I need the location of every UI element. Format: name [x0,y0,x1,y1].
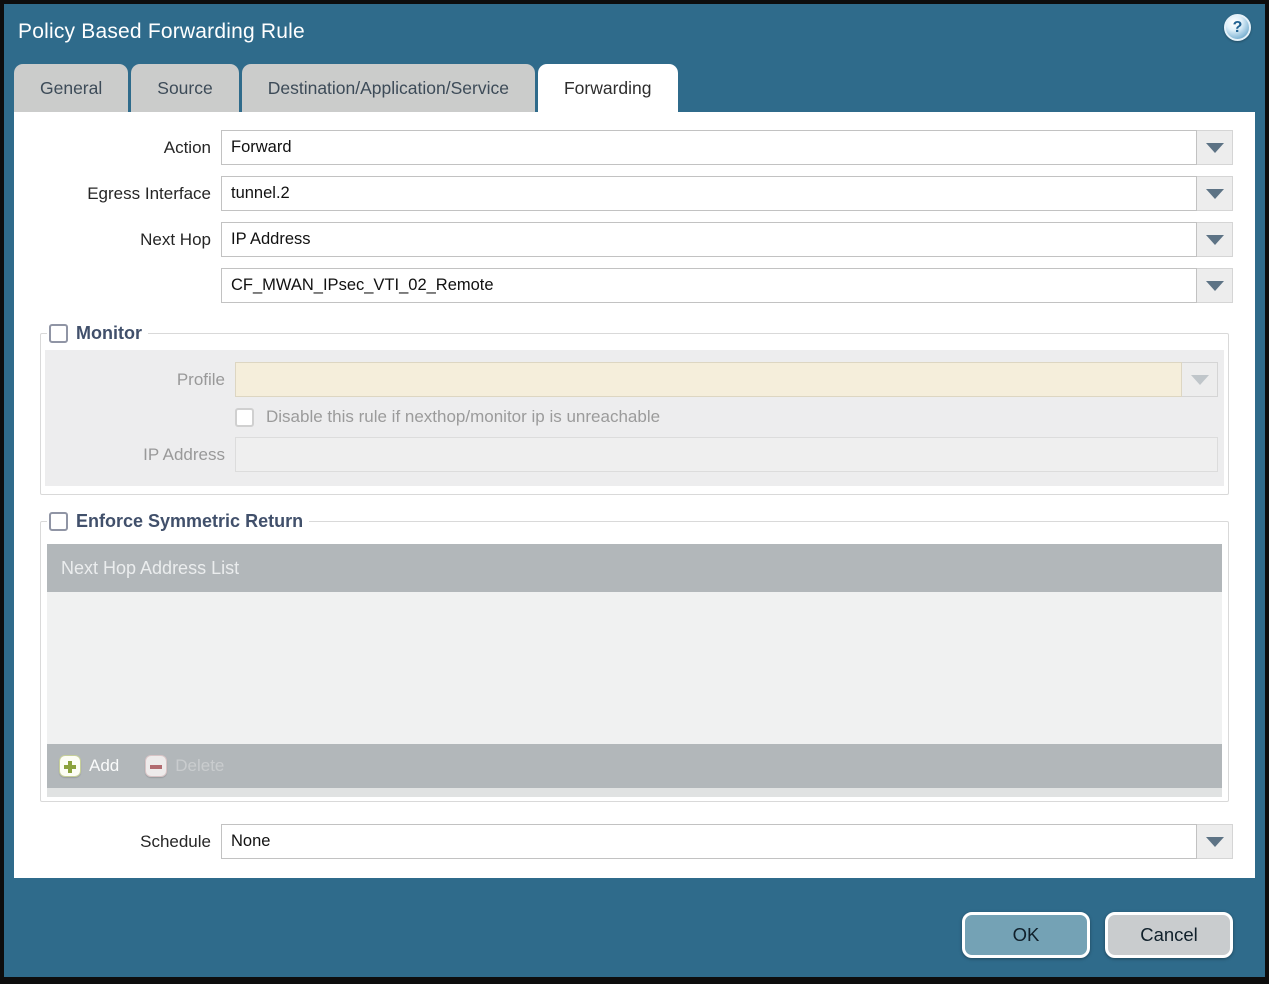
next-hop-address-dropdown-button[interactable] [1197,268,1233,303]
add-button[interactable]: Add [59,755,119,777]
monitor-checkbox[interactable] [49,324,68,343]
egress-interface-input[interactable] [221,176,1197,211]
title-bar: Policy Based Forwarding Rule ? [4,4,1265,64]
chevron-down-icon [1205,142,1224,153]
monitor-section: Monitor Profile Disable this rule if nex… [40,323,1229,495]
egress-interface-dropdown-button[interactable] [1197,176,1233,211]
action-input[interactable] [221,130,1197,165]
tab-source[interactable]: Source [131,64,239,112]
tab-forwarding[interactable]: Forwarding [537,64,678,112]
chevron-down-icon [1205,234,1224,245]
disable-rule-checkbox [235,407,254,427]
disable-rule-row: Disable this rule if nexthop/monitor ip … [235,407,1218,427]
action-label: Action [163,137,211,157]
schedule-row: Schedule [14,824,1233,859]
action-row: Action [14,130,1233,165]
profile-input [235,362,1182,397]
tab-general[interactable]: General [14,64,129,112]
delete-button: Delete [145,755,224,777]
table-body[interactable] [47,592,1222,744]
schedule-dropdown-button[interactable] [1197,824,1233,859]
schedule-label: Schedule [140,831,211,851]
next-hop-type-input[interactable] [221,222,1197,257]
egress-interface-label: Egress Interface [87,183,211,203]
enforce-symmetric-return-section: Enforce Symmetric Return Next Hop Addres… [40,511,1229,802]
monitor-legend: Monitor [76,323,142,343]
enforce-symmetric-return-legend: Enforce Symmetric Return [76,511,304,531]
monitor-panel: Profile Disable this rule if nexthop/mon… [45,350,1224,486]
chevron-down-icon [1190,374,1209,385]
dialog-title: Policy Based Forwarding Rule [18,20,305,43]
table-bottom-strip [47,788,1222,797]
profile-label: Profile [176,369,225,389]
profile-row: Profile [45,362,1218,397]
next-hop-label: Next Hop [140,229,211,249]
tab-destination-application-service[interactable]: Destination/Application/Service [241,64,535,112]
policy-based-forwarding-dialog: Policy Based Forwarding Rule ? General S… [0,0,1269,984]
action-dropdown-button[interactable] [1197,130,1233,165]
chevron-down-icon [1205,188,1224,199]
egress-interface-row: Egress Interface [14,176,1233,211]
ok-button[interactable]: OK [962,912,1090,958]
table-toolbar: Add Delete [47,744,1222,788]
forwarding-tab-panel: Action Egress Interface Next Hop [14,112,1255,878]
monitor-ip-address-label: IP Address [143,444,225,464]
next-hop-address-input[interactable] [221,268,1197,303]
disable-rule-label: Disable this rule if nexthop/monitor ip … [266,407,661,426]
tab-bar: General Source Destination/Application/S… [14,64,1255,112]
delete-button-label: Delete [175,756,225,775]
table-header: Next Hop Address List [47,544,1222,592]
chevron-down-icon [1205,836,1224,847]
add-plus-icon [59,755,81,777]
next-hop-dropdown-button[interactable] [1197,222,1233,257]
schedule-input[interactable] [221,824,1197,859]
dialog-footer: OK Cancel [962,912,1233,958]
next-hop-address-list-table: Next Hop Address List Add Delete [47,544,1222,797]
next-hop-address-row [14,268,1233,303]
next-hop-row: Next Hop [14,222,1233,257]
monitor-ip-address-row: IP Address [45,437,1218,472]
next-hop-address-list-column-header: Next Hop Address List [61,557,240,578]
help-icon[interactable]: ? [1224,14,1251,41]
enforce-symmetric-return-checkbox[interactable] [49,512,68,531]
monitor-ip-address-input [235,437,1218,472]
add-button-label: Add [89,756,120,775]
cancel-button[interactable]: Cancel [1105,912,1233,958]
profile-dropdown-button [1182,362,1218,397]
chevron-down-icon [1205,280,1224,291]
delete-minus-icon [145,755,168,777]
